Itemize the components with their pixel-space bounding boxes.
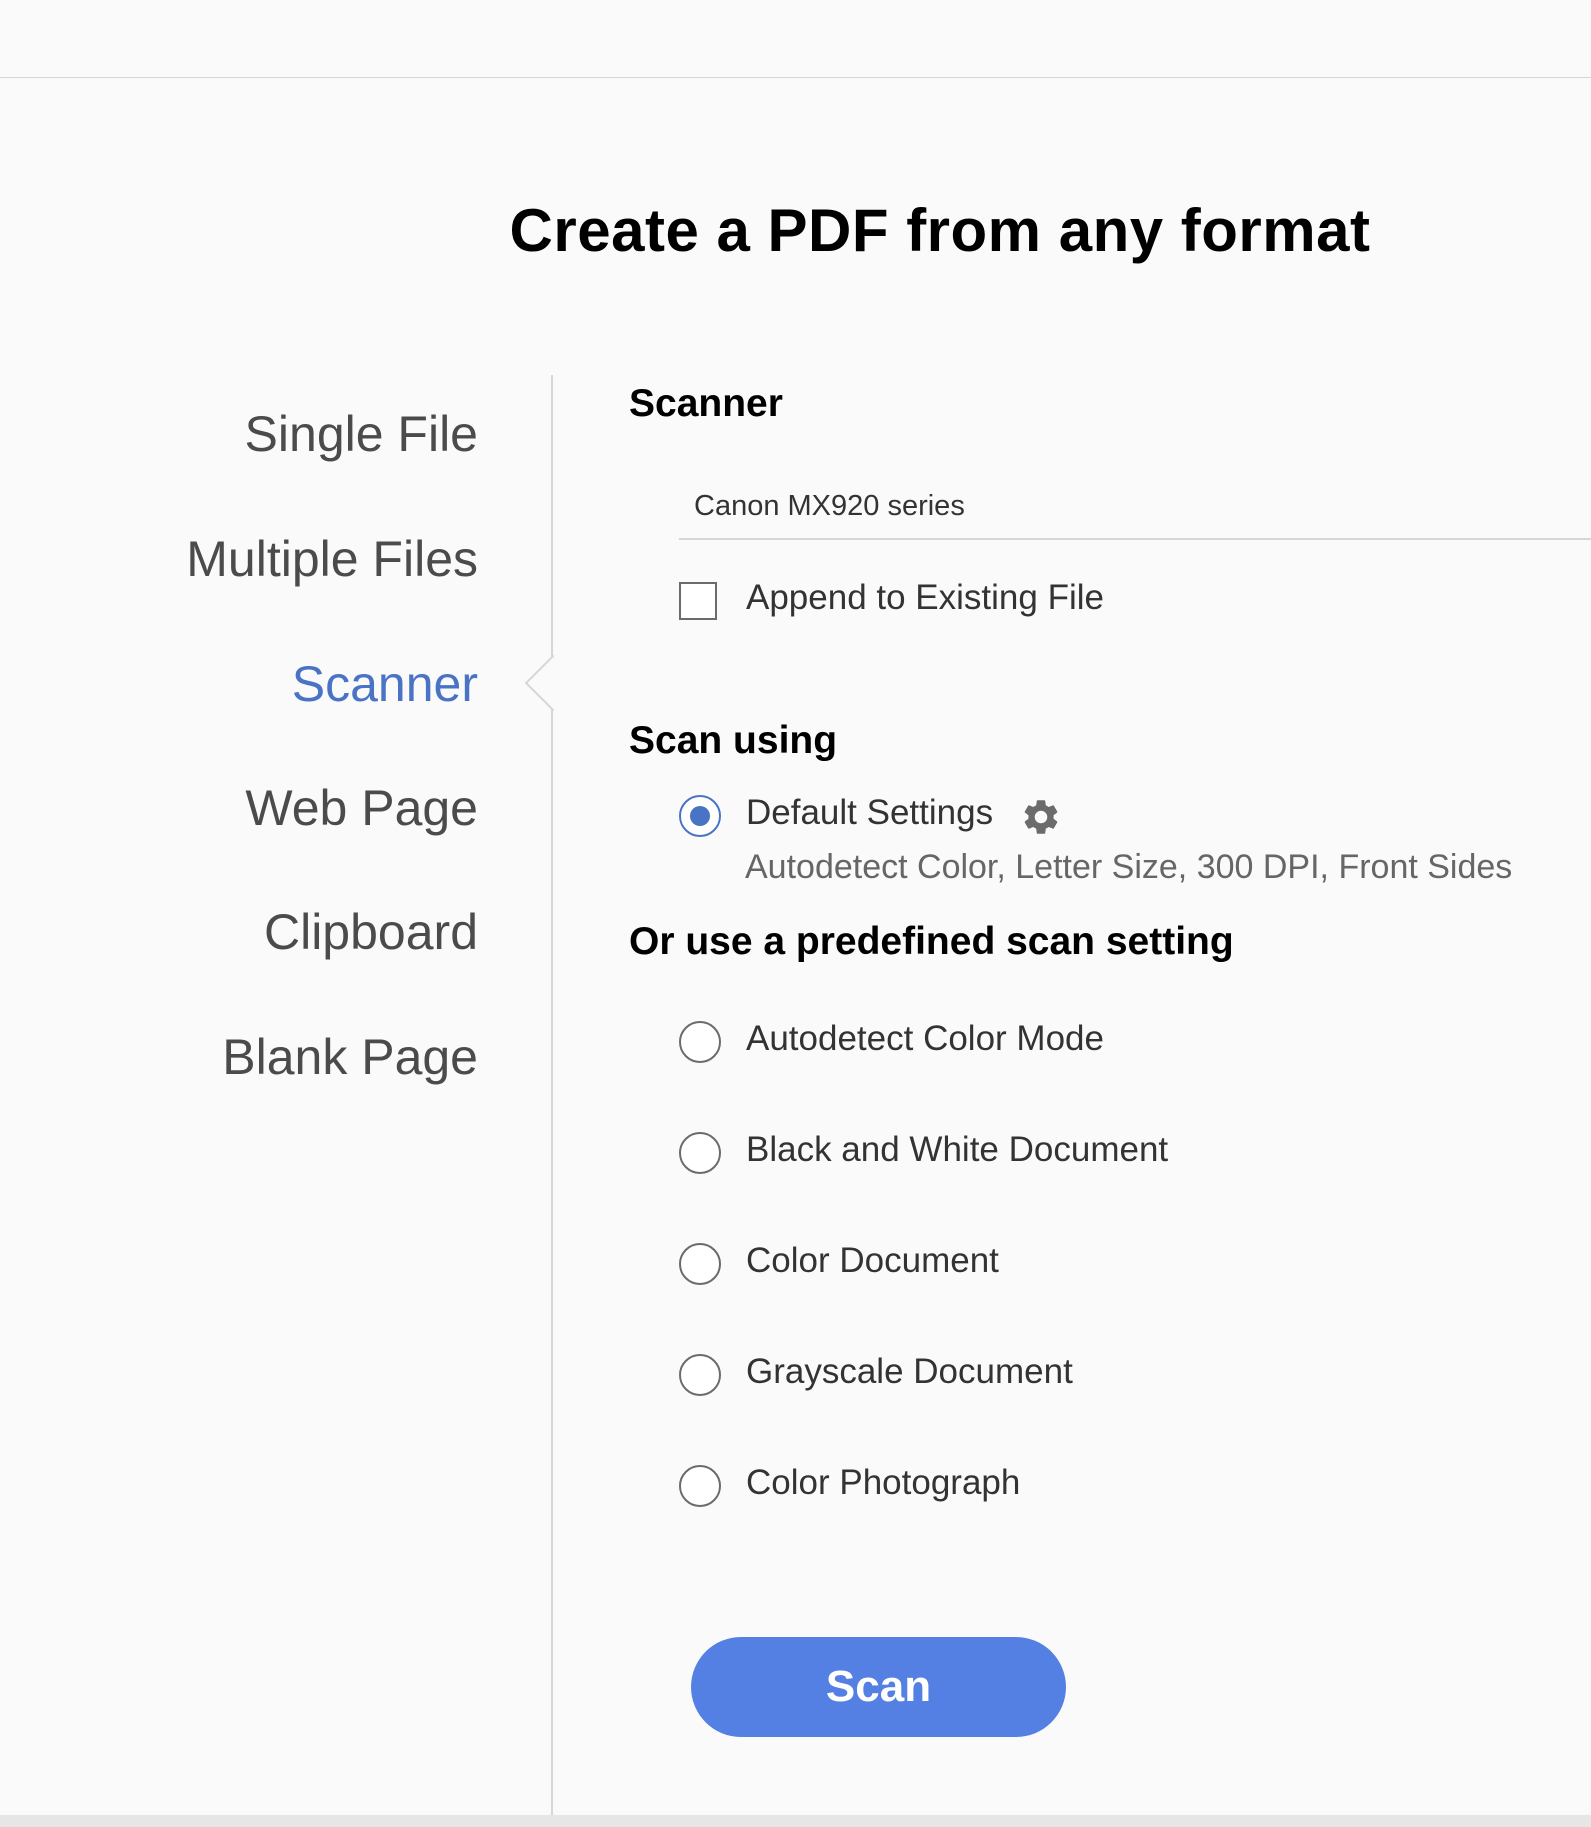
scan-using-heading: Scan using <box>629 719 838 762</box>
top-bar <box>0 0 1591 78</box>
predefined-radio[interactable] <box>679 1354 721 1396</box>
nav-item-scanner[interactable]: Scanner <box>292 655 478 713</box>
default-settings-label: Default Settings <box>746 793 994 832</box>
append-checkbox[interactable] <box>679 582 717 620</box>
predefined-radio[interactable] <box>679 1243 721 1285</box>
active-nav-pointer <box>524 654 582 712</box>
nav-divider <box>551 375 553 1815</box>
predefined-heading: Or use a predefined scan setting <box>629 920 1234 963</box>
scan-button[interactable]: Scan <box>691 1637 1066 1737</box>
default-settings-description: Autodetect Color, Letter Size, 300 DPI, … <box>745 848 1513 886</box>
append-label: Append to Existing File <box>746 578 1104 617</box>
predefined-option-label: Color Photograph <box>746 1463 1021 1502</box>
nav-item-single-file[interactable]: Single File <box>245 405 478 463</box>
predefined-option-label: Color Document <box>746 1241 999 1280</box>
predefined-option-label: Autodetect Color Mode <box>746 1019 1104 1058</box>
bottom-edge <box>0 1815 1591 1827</box>
predefined-option-label: Grayscale Document <box>746 1352 1073 1391</box>
default-settings-radio[interactable] <box>679 795 721 837</box>
nav-item-web-page[interactable]: Web Page <box>245 779 478 837</box>
nav-item-clipboard[interactable]: Clipboard <box>264 903 478 961</box>
predefined-radio[interactable] <box>679 1465 721 1507</box>
predefined-option-label: Black and White Document <box>746 1130 1169 1169</box>
scanner-select-value: Canon MX920 series <box>694 490 965 522</box>
gear-icon[interactable] <box>1020 796 1062 838</box>
nav-item-blank-page[interactable]: Blank Page <box>222 1028 478 1086</box>
predefined-radio[interactable] <box>679 1021 721 1063</box>
predefined-radio[interactable] <box>679 1132 721 1174</box>
nav-item-multiple-files[interactable]: Multiple Files <box>186 530 478 588</box>
scanner-select[interactable]: Canon MX920 series <box>679 478 1591 540</box>
scanner-heading: Scanner <box>629 382 783 425</box>
page-title: Create a PDF from any format <box>509 197 1371 264</box>
